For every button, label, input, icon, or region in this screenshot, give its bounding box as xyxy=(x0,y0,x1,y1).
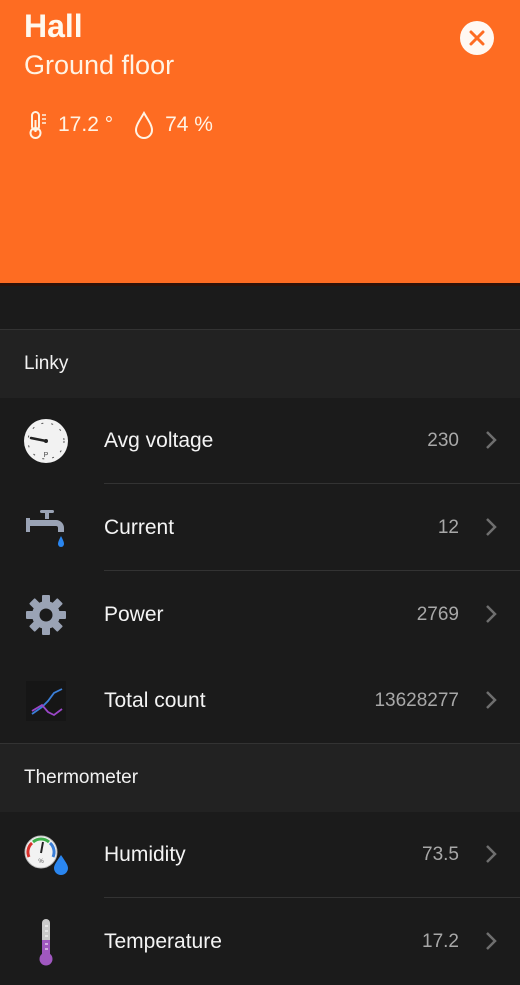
device-row-total-count[interactable]: Total count 13628277 xyxy=(0,658,520,744)
device-label: Temperature xyxy=(104,930,222,953)
device-row-temperature[interactable]: Temperature 17.2 xyxy=(0,899,520,985)
device-row-avg-voltage[interactable]: P Avg voltage 230 xyxy=(0,398,520,484)
climate-summary: 17.2 ° 74 % xyxy=(26,110,213,140)
room-title: Hall xyxy=(24,8,83,44)
thermometer-icon xyxy=(39,919,53,966)
section-header-linky: Linky xyxy=(0,329,520,398)
room-header: Hall Ground floor 17.2 ° 74 % xyxy=(0,0,520,283)
close-button[interactable] xyxy=(460,21,494,55)
spacer xyxy=(0,286,520,329)
chevron-right-icon xyxy=(486,845,497,863)
device-label: Power xyxy=(104,603,164,626)
device-label: Current xyxy=(104,516,175,539)
line-chart-icon xyxy=(26,681,66,721)
gauge-icon: P xyxy=(24,419,68,463)
svg-text:%: % xyxy=(38,859,44,865)
chevron-right-icon xyxy=(486,431,497,449)
device-label: Avg voltage xyxy=(104,429,214,452)
device-label: Humidity xyxy=(104,843,186,866)
device-value: 2769 xyxy=(416,604,459,625)
faucet-icon xyxy=(26,510,64,547)
chevron-right-icon xyxy=(486,932,497,950)
device-row-humidity[interactable]: % Humidity 73.5 xyxy=(0,812,520,898)
chevron-right-icon xyxy=(486,518,497,536)
section-title: Linky xyxy=(24,353,69,374)
header-temperature: 17.2 ° xyxy=(58,113,114,136)
header-humidity: 74 % xyxy=(165,113,213,136)
device-value: 230 xyxy=(427,430,459,451)
row-divider xyxy=(104,483,520,484)
device-row-power[interactable]: Power 2769 xyxy=(0,572,520,658)
device-value: 13628277 xyxy=(374,690,459,711)
device-label: Total count xyxy=(104,689,206,712)
device-value: 17.2 xyxy=(422,931,459,952)
chevron-right-icon xyxy=(486,605,497,623)
svg-text:P: P xyxy=(44,452,49,459)
gear-icon xyxy=(26,595,66,635)
humidity-drop-icon xyxy=(135,110,154,139)
section-title: Thermometer xyxy=(24,767,139,788)
row-divider xyxy=(104,570,520,571)
device-row-current[interactable]: Current 12 xyxy=(0,485,520,571)
row-divider xyxy=(104,897,520,898)
close-icon xyxy=(469,30,485,46)
device-value: 12 xyxy=(437,517,459,538)
device-value: 73.5 xyxy=(422,844,459,865)
section-header-thermometer: Thermometer xyxy=(0,743,520,812)
floor-subtitle: Ground floor xyxy=(24,50,175,80)
thermometer-icon xyxy=(29,111,46,139)
chevron-right-icon xyxy=(486,691,497,709)
hygrometer-icon: % xyxy=(24,835,68,875)
